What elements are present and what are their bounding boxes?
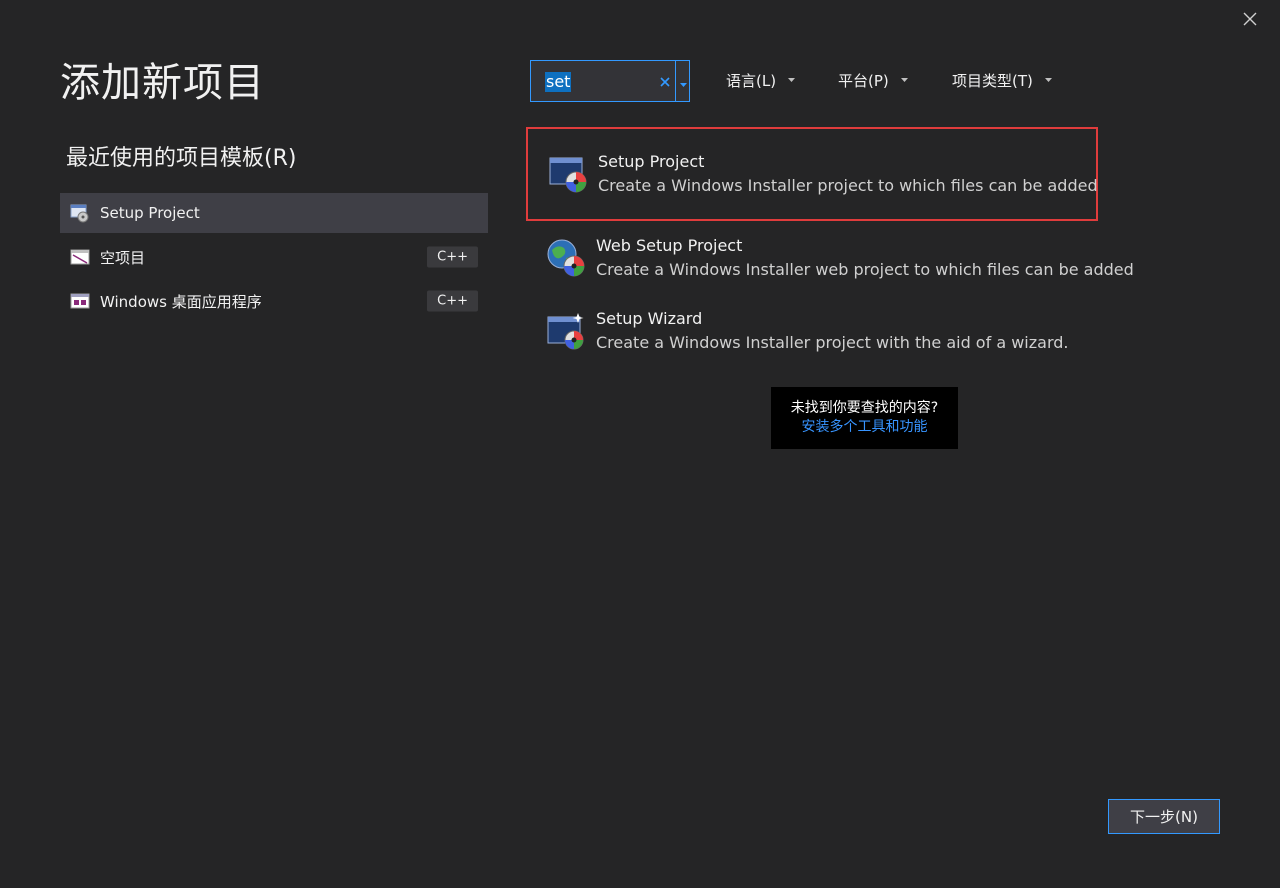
result-name: Setup Project (598, 152, 705, 171)
result-description: Create a Windows Installer web project t… (596, 259, 1134, 279)
page-title: 添加新项目 (60, 60, 265, 106)
result-web-setup-project[interactable]: Web Setup Project Create a Windows Insta… (526, 221, 1134, 294)
search-selected-text: set (545, 72, 572, 92)
platform-filter[interactable]: 平台(P) (838, 68, 908, 92)
install-tools-link[interactable]: 安装多个工具和功能 (802, 418, 928, 437)
language-filter-label: 语言(L) (726, 71, 777, 90)
desktop-app-icon (70, 291, 90, 311)
chevron-down-icon (1044, 78, 1052, 82)
search-dropdown-button[interactable] (675, 61, 690, 101)
result-setup-project[interactable]: Setup Project Create a Windows Installer… (526, 127, 1098, 221)
setup-project-icon (548, 154, 588, 194)
web-setup-icon (546, 238, 586, 278)
language-filter[interactable]: 语言(L) (726, 68, 796, 92)
setup-project-icon (70, 203, 90, 223)
language-tag: C++ (427, 246, 478, 268)
project-type-filter[interactable]: 项目类型(T) (952, 68, 1052, 92)
not-found-question: 未找到你要查找的内容? (790, 400, 939, 416)
language-tag: C++ (427, 290, 478, 312)
chevron-down-icon (679, 72, 687, 91)
result-name: Setup Wizard (596, 308, 703, 328)
not-found-panel: 未找到你要查找的内容? 安装多个工具和功能 (771, 387, 958, 449)
result-description: Create a Windows Installer project to wh… (598, 176, 1098, 195)
template-results-list: Setup Project Create a Windows Installer… (526, 127, 1134, 367)
platform-filter-label: 平台(P) (838, 71, 889, 90)
chevron-down-icon (900, 78, 908, 82)
recent-item-label: Windows 桌面应用程序 (100, 292, 262, 311)
recent-item-setup-project[interactable]: Setup Project (60, 193, 488, 233)
setup-wizard-icon (546, 311, 586, 351)
recent-item-label: Setup Project (100, 204, 200, 222)
project-type-filter-label: 项目类型(T) (952, 71, 1033, 90)
recent-item-desktop-app[interactable]: Windows 桌面应用程序 C++ (60, 281, 488, 321)
close-icon[interactable] (1243, 11, 1257, 30)
next-button[interactable]: 下一步(N) (1108, 799, 1220, 834)
result-description: Create a Windows Installer project with … (596, 332, 1069, 352)
chevron-down-icon (788, 78, 796, 82)
recent-item-label: 空项目 (100, 248, 146, 267)
recent-templates-heading: 最近使用的项目模板(R) (66, 146, 297, 171)
result-setup-wizard[interactable]: Setup Wizard Create a Windows Installer … (526, 294, 1098, 367)
close-button[interactable] (1236, 8, 1264, 32)
result-name: Web Setup Project (596, 235, 743, 255)
empty-project-icon (70, 247, 90, 267)
recent-templates-list: Setup Project 空项目 C++ Windows 桌面应用程序 C++ (60, 193, 488, 321)
clear-icon[interactable] (657, 72, 673, 92)
search-box: set (530, 60, 690, 102)
recent-item-empty-project[interactable]: 空项目 C++ (60, 237, 488, 277)
